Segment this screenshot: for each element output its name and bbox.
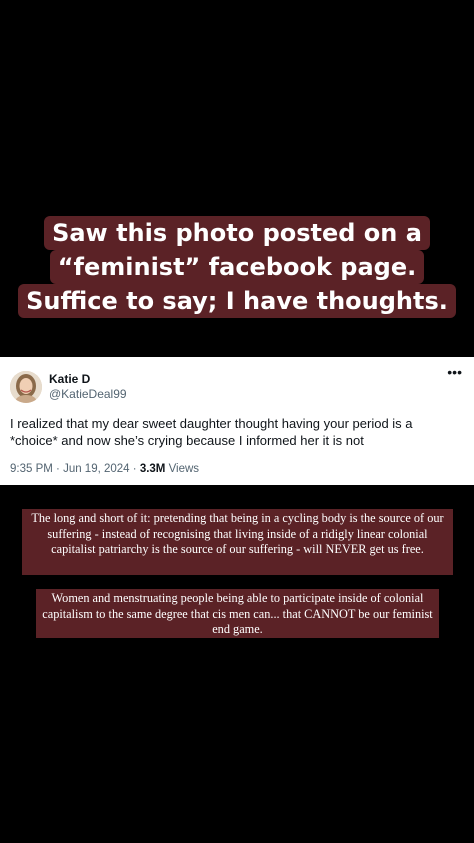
meta-separator: · — [132, 463, 140, 475]
comment-box-1: The long and short of it: pretending tha… — [22, 509, 453, 575]
profile-photo-icon — [10, 371, 42, 403]
tweet-card: Katie D @KatieDeal99 ••• I realized that… — [0, 357, 474, 485]
user-block: Katie D @KatieDeal99 — [49, 372, 127, 402]
tweet-date[interactable]: Jun 19, 2024 — [63, 463, 130, 475]
comment-box-2: Women and menstruating people being able… — [36, 589, 439, 638]
views-label: Views — [168, 463, 200, 475]
tweet-header: Katie D @KatieDeal99 — [10, 365, 462, 409]
headline-line-2: “feminist” facebook page. — [49, 250, 425, 284]
tweet-text: I realized that my dear sweet daughter t… — [10, 416, 413, 448]
user-handle[interactable]: @KatieDeal99 — [49, 387, 127, 402]
user-name[interactable]: Katie D — [49, 372, 127, 387]
avatar[interactable] — [10, 371, 42, 403]
more-horizontal-icon[interactable]: ••• — [447, 365, 462, 379]
headline-line-3: Suffice to say; I have thoughts. — [18, 284, 456, 318]
views-count: 3.3M — [139, 463, 166, 475]
meta-separator: · — [56, 463, 64, 475]
headline-caption: Saw this photo posted on a “feminist” fa… — [0, 216, 474, 318]
headline-line-1: Saw this photo posted on a — [44, 216, 430, 250]
tweet-meta: 9:35 PM · Jun 19, 2024 · 3.3M Views — [10, 461, 462, 477]
tweet-time[interactable]: 9:35 PM — [10, 463, 53, 475]
